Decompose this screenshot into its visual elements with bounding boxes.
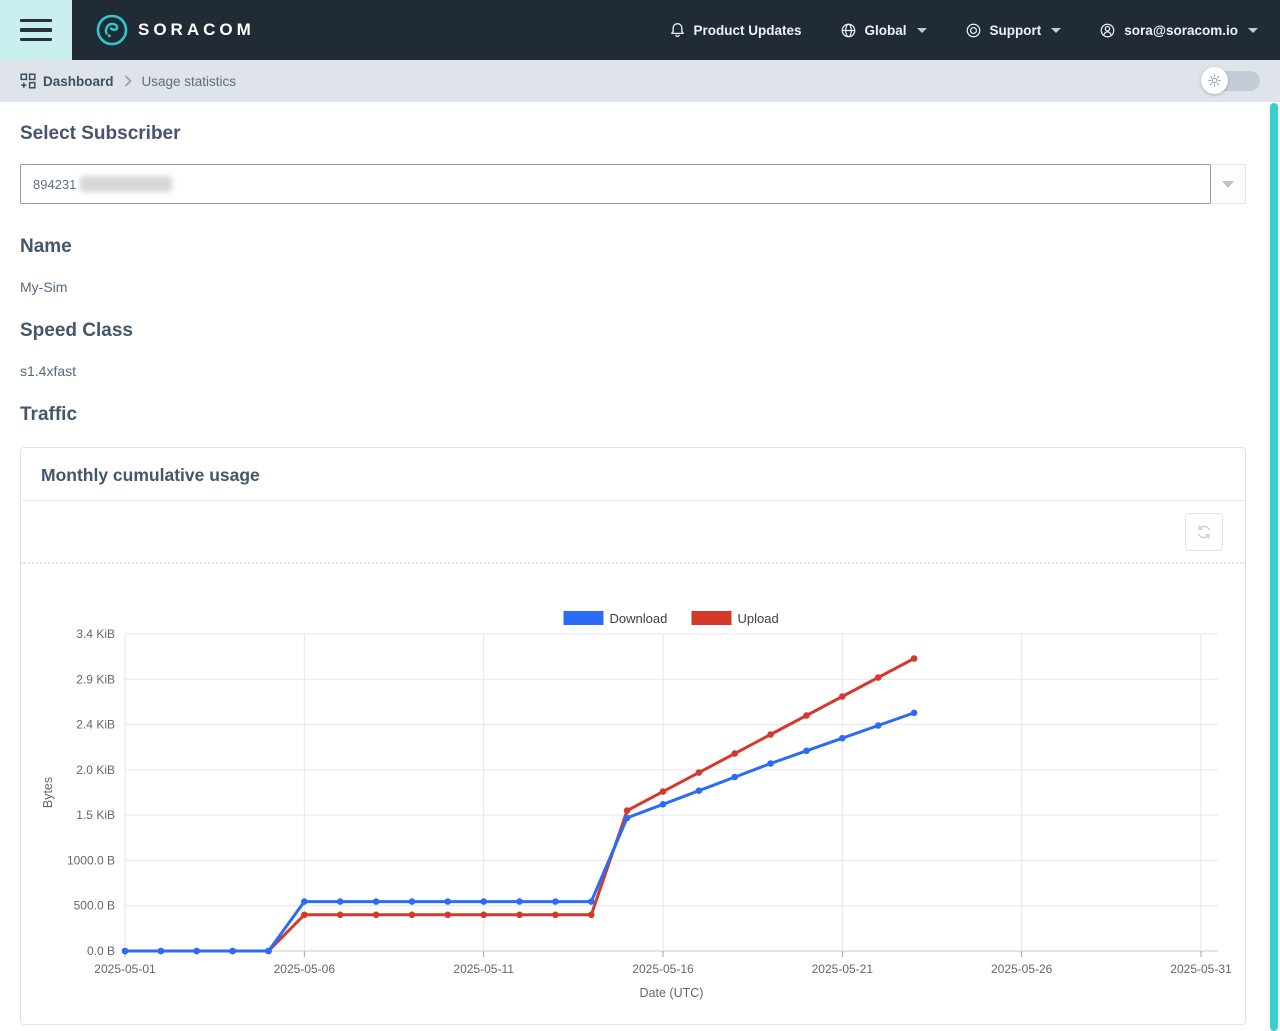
- toggle-knob: [1201, 67, 1228, 94]
- usage-chart: 0.0 B 500.0 B 1000.0 B 1.5 KiB 2.0 KiB 2.4 Ki…: [21, 593, 1245, 1010]
- dashboard-grid-icon: [20, 73, 36, 89]
- svg-text:2.9 KiB: 2.9 KiB: [76, 672, 115, 686]
- soracom-brand[interactable]: SORACOM: [96, 14, 255, 46]
- bell-icon: [669, 21, 686, 39]
- vertical-scrollbar[interactable]: [1270, 103, 1278, 1031]
- sun-icon: [1208, 74, 1221, 87]
- chevron-down-icon: [1248, 28, 1258, 33]
- hamburger-menu-button[interactable]: [0, 0, 72, 60]
- subscriber-input[interactable]: [20, 164, 1211, 204]
- user-icon: [1099, 22, 1116, 39]
- svg-text:3.4 KiB: 3.4 KiB: [76, 627, 115, 641]
- main-content: Select Subscriber Name My-Sim Speed Clas…: [0, 123, 1280, 1025]
- svg-text:1.5 KiB: 1.5 KiB: [76, 808, 115, 822]
- svg-text:2.0 KiB: 2.0 KiB: [76, 763, 115, 777]
- svg-text:2025-05-01: 2025-05-01: [94, 962, 156, 976]
- name-heading: Name: [20, 236, 1246, 258]
- support-menu-button[interactable]: Support: [965, 22, 1062, 39]
- breadcrumb-chevron-icon: [124, 75, 132, 87]
- svg-text:1000.0 B: 1000.0 B: [67, 853, 115, 867]
- monthly-usage-card: Monthly cumulative usage 0.0 B 500.0 B 100…: [20, 447, 1246, 1025]
- svg-text:2.4 KiB: 2.4 KiB: [76, 718, 115, 732]
- navbar-menu: Product Updates Global Support: [669, 21, 1280, 39]
- global-menu-button[interactable]: Global: [840, 22, 927, 39]
- support-label: Support: [990, 23, 1042, 38]
- refresh-icon: [1195, 523, 1213, 541]
- product-updates-label: Product Updates: [694, 23, 802, 38]
- svg-text:2025-05-16: 2025-05-16: [632, 962, 694, 976]
- chart-container: 0.0 B 500.0 B 1000.0 B 1.5 KiB 2.0 KiB 2.4 Ki…: [21, 564, 1245, 1010]
- svg-text:Bytes: Bytes: [41, 777, 55, 808]
- svg-text:2025-05-11: 2025-05-11: [453, 962, 514, 976]
- support-icon: [965, 22, 982, 39]
- svg-text:0.0 B: 0.0 B: [87, 944, 115, 958]
- svg-text:2025-05-26: 2025-05-26: [991, 962, 1053, 976]
- soracom-logo-icon: [96, 14, 128, 46]
- svg-text:500.0 B: 500.0 B: [74, 899, 115, 913]
- select-subscriber-heading: Select Subscriber: [20, 123, 1246, 145]
- account-label: sora@soracom.io: [1124, 23, 1238, 38]
- card-toolbar: [21, 501, 1245, 564]
- svg-text:Date (UTC): Date (UTC): [640, 986, 704, 1000]
- name-value: My-Sim: [20, 279, 1246, 295]
- breadcrumb: Dashboard Usage statistics: [0, 60, 1280, 102]
- subscriber-dropdown-button[interactable]: [1211, 164, 1246, 204]
- breadcrumb-dashboard-link[interactable]: Dashboard: [20, 73, 114, 89]
- account-menu-button[interactable]: sora@soracom.io: [1099, 22, 1258, 39]
- chevron-down-icon: [1051, 28, 1061, 33]
- card-header: Monthly cumulative usage: [21, 448, 1245, 501]
- subscriber-combobox: [20, 164, 1246, 204]
- speed-class-value: s1.4xfast: [20, 363, 1246, 379]
- theme-toggle[interactable]: [1202, 71, 1260, 91]
- refresh-button[interactable]: [1185, 513, 1223, 551]
- global-label: Global: [865, 23, 907, 38]
- svg-text:2025-05-31: 2025-05-31: [1170, 962, 1232, 976]
- chevron-down-icon: [917, 28, 927, 33]
- top-navbar: SORACOM Product Updates Global: [0, 0, 1280, 60]
- breadcrumb-dashboard-label: Dashboard: [43, 74, 114, 89]
- card-title: Monthly cumulative usage: [41, 465, 260, 485]
- chevron-down-icon: [1222, 181, 1234, 188]
- speed-class-heading: Speed Class: [20, 320, 1246, 342]
- globe-icon: [840, 22, 857, 39]
- breadcrumb-current-page: Usage statistics: [142, 74, 237, 89]
- svg-text:Upload: Upload: [738, 611, 779, 626]
- svg-text:Download: Download: [610, 611, 668, 626]
- svg-text:2025-05-21: 2025-05-21: [812, 962, 874, 976]
- svg-text:2025-05-06: 2025-05-06: [274, 962, 336, 976]
- brand-name: SORACOM: [138, 20, 255, 40]
- traffic-heading: Traffic: [20, 404, 1246, 426]
- product-updates-button[interactable]: Product Updates: [669, 21, 802, 39]
